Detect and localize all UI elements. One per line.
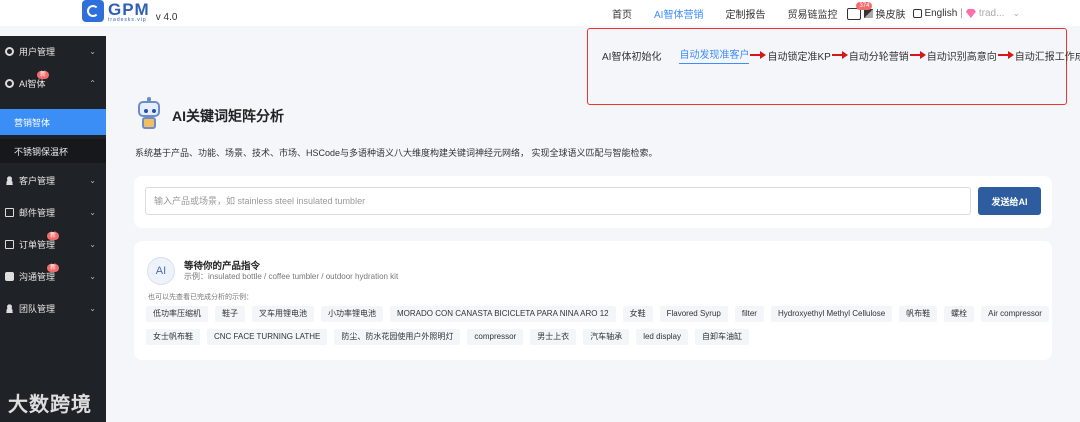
sidebar-item-steel-tumbler[interactable]: 不锈钢保温杯 xyxy=(0,139,106,163)
example-chip[interactable]: 小功率锂电池 xyxy=(321,306,383,322)
language-selector[interactable]: English xyxy=(924,8,957,19)
step-report-results[interactable]: 自动汇报工作成果 xyxy=(1015,48,1080,63)
example-chip[interactable]: Air compressor xyxy=(981,306,1049,322)
robot-icon xyxy=(135,97,163,131)
chevron-down-icon: ⌄ xyxy=(89,303,96,313)
sidebar-item-marketing-agent[interactable]: 营销智体 xyxy=(0,109,106,135)
example-chip[interactable]: 低功率压缩机 xyxy=(146,306,208,322)
gear-icon xyxy=(5,78,14,88)
user-name[interactable]: trad... xyxy=(979,8,1005,19)
language-icon xyxy=(913,9,923,18)
chips-label: 也可以先查看已完成分析的示例： xyxy=(148,294,253,301)
product-search-input[interactable] xyxy=(145,187,971,215)
nav-trade-monitor[interactable]: 贸易链监控 xyxy=(787,6,837,21)
example-chip[interactable]: CNC FACE TURNING LATHE xyxy=(207,329,328,345)
page-title: AI关键词矩阵分析 xyxy=(172,108,284,124)
logo[interactable]: GPM tradesks.vip v 4.0 xyxy=(82,0,177,24)
nav-ai-marketing[interactable]: AI智体营销 xyxy=(654,6,703,21)
message-count-badge: 374 xyxy=(856,1,873,10)
example-chip[interactable]: led display xyxy=(636,329,688,345)
example-chip[interactable]: 防尘、防水花园使用户外照明灯 xyxy=(334,329,461,345)
header-divider: | xyxy=(960,8,963,19)
example-chip[interactable]: 女士帆布鞋 xyxy=(146,329,200,345)
logo-mark-icon xyxy=(82,0,104,22)
example-chip[interactable]: 自卸车油缸 xyxy=(695,329,749,345)
sidebar-item-label: 不锈钢保温杯 xyxy=(14,146,69,157)
example-chip[interactable]: 汽车轴承 xyxy=(583,329,630,345)
chevron-up-icon: ⌃ xyxy=(89,78,96,88)
logo-name: GPM xyxy=(108,0,150,19)
example-chip[interactable]: 帆布鞋 xyxy=(899,306,938,322)
sidebar-item-orders[interactable]: 订单管理 新 ⌄ xyxy=(0,232,106,255)
example-chip[interactable]: 螺栓 xyxy=(944,306,975,322)
example-chips-row: 女士帆布鞋 CNC FACE TURNING LATHE 防尘、防水花园使用户外照明… xyxy=(146,329,756,345)
arrow-right-icon xyxy=(997,50,1014,60)
chevron-down-icon: ⌄ xyxy=(89,271,96,281)
sidebar-item-ai-agent[interactable]: AI智体 新 ⌃ xyxy=(0,71,106,94)
sidebar-item-label: 邮件管理 xyxy=(19,207,56,218)
step-discover-customers[interactable]: 自动发现准客户 xyxy=(679,46,750,64)
user-icon xyxy=(5,175,14,185)
example-chip[interactable]: MORADO CON CANASTA BICICLETA PARA NINA A… xyxy=(390,306,616,322)
examples-card: AI 等待你的产品指令 示例：insulated bottle / coffee… xyxy=(134,241,1052,360)
example-chip[interactable]: 男士上衣 xyxy=(530,329,577,345)
chevron-down-icon: ⌄ xyxy=(89,239,96,249)
message-icon[interactable]: 374 xyxy=(847,1,873,20)
send-to-ai-button[interactable]: 发送给AI xyxy=(978,187,1041,215)
search-card: 发送给AI xyxy=(134,176,1052,228)
sidebar-item-label: 用户管理 xyxy=(19,46,56,57)
arrow-right-icon xyxy=(831,50,848,60)
example-chip[interactable]: 鞋子 xyxy=(215,306,245,322)
sidebar-item-customers[interactable]: 客户管理 ⌄ xyxy=(0,169,106,191)
sidebar-item-label: 团队管理 xyxy=(19,303,56,314)
page-description: 系统基于产品、功能、场景、技术、市场、HSCode与多语种语义八大维度构建关键词… xyxy=(135,148,658,158)
step-ai-init[interactable]: AI智体初始化 xyxy=(602,48,661,63)
user-icon xyxy=(5,303,14,313)
example-chip[interactable]: Flavored Syrup xyxy=(659,306,728,322)
watermark: 大数跨境 xyxy=(8,394,92,416)
step-identify-intent[interactable]: 自动识别高意向 xyxy=(927,48,997,63)
chevron-down-icon: ⌄ xyxy=(89,175,96,185)
mail-icon xyxy=(5,207,14,217)
example-chip[interactable]: Hydroxyethyl Methyl Cellulose xyxy=(770,306,893,322)
example-chip[interactable]: compressor xyxy=(467,329,524,345)
version-label: v 4.0 xyxy=(155,12,178,23)
top-header: GPM tradesks.vip v 4.0 首页 AI智体营销 定制报告 贸易… xyxy=(0,0,1080,26)
logo-subtitle: tradesks.vip xyxy=(108,17,147,23)
new-badge: 新 xyxy=(47,232,60,240)
waiting-example: 示例：insulated bottle / coffee tumbler / o… xyxy=(184,272,399,281)
chevron-down-icon: ⌄ xyxy=(89,46,96,56)
arrow-right-icon xyxy=(909,50,926,60)
workflow-steps-highlight: AI智体初始化 自动发现准客户 自动锁定准KP 自动分轮营销 自动识别高意向 自… xyxy=(587,28,1080,105)
arrow-right-icon xyxy=(750,50,767,60)
chevron-down-icon: ⌄ xyxy=(89,207,96,217)
example-chip[interactable]: 女鞋 xyxy=(622,306,653,322)
ai-avatar: AI xyxy=(147,257,175,285)
nav-custom-report[interactable]: 定制报告 xyxy=(725,6,765,21)
sidebar: 用户管理 ⌄ AI智体 新 ⌃ 营销智体 不锈钢保温杯 客户管理 ⌄ 邮件管理 … xyxy=(0,36,106,422)
chevron-down-icon[interactable]: ⌄ xyxy=(1012,8,1020,19)
sidebar-item-team[interactable]: 团队管理 ⌄ xyxy=(0,297,106,319)
example-chip[interactable]: filter xyxy=(734,306,764,322)
step-round-marketing[interactable]: 自动分轮营销 xyxy=(849,48,909,63)
gear-icon xyxy=(5,46,14,56)
nav-home[interactable]: 首页 xyxy=(612,6,632,21)
waiting-title: 等待你的产品指令 xyxy=(184,261,261,272)
skin-button[interactable]: 换皮肤 xyxy=(875,6,905,21)
sidebar-item-users[interactable]: 用户管理 ⌄ xyxy=(0,40,106,62)
example-chip[interactable]: 叉车用锂电池 xyxy=(252,306,314,322)
sidebar-item-label: 营销智体 xyxy=(14,117,51,128)
step-lock-kp[interactable]: 自动锁定准KP xyxy=(767,48,830,63)
example-chips-row: 低功率压缩机 鞋子 叉车用锂电池 小功率锂电池 MORADO CON CANASTA B… xyxy=(146,306,1056,322)
vip-gem-icon xyxy=(965,9,976,18)
skin-icon xyxy=(864,9,874,18)
sidebar-item-communication[interactable]: 沟通管理 新 ⌄ xyxy=(0,264,106,287)
chat-icon xyxy=(5,271,14,281)
sidebar-item-label: 客户管理 xyxy=(19,175,56,186)
new-badge: 新 xyxy=(37,71,50,79)
top-nav: 首页 AI智体营销 定制报告 贸易链监控 374 换皮肤 English | t… xyxy=(612,1,1020,21)
new-badge: 新 xyxy=(47,264,60,272)
sidebar-item-mail[interactable]: 邮件管理 ⌄ xyxy=(0,201,106,223)
mail-icon xyxy=(5,239,14,249)
